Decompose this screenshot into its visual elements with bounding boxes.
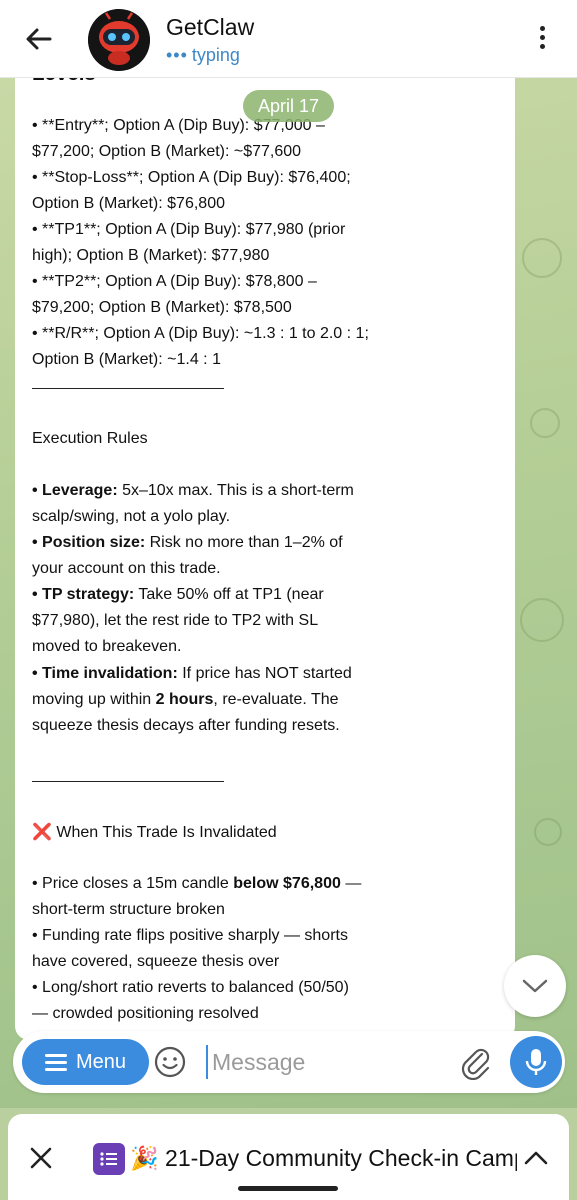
scroll-down-button[interactable] — [504, 955, 566, 1017]
pinned-message-label: 21-Day Community Check-in Campaign — [165, 1145, 517, 1171]
chevron-down-icon — [522, 979, 548, 993]
invalid-line: • Long/short ratio reverts to balanced (… — [32, 979, 349, 996]
chat-title[interactable]: GetClaw — [166, 14, 254, 41]
rule-time-cont: moving up within 2 hours, re-evaluate. T… — [32, 691, 339, 708]
back-arrow-icon[interactable] — [22, 22, 56, 56]
paperclip-icon[interactable] — [458, 1044, 492, 1080]
levels-line: • **Stop-Loss**; Option A (Dip Buy): $76… — [32, 169, 351, 186]
chevron-up-icon[interactable] — [522, 1145, 550, 1171]
rule-tp: • TP strategy: Take 50% off at TP1 (near — [32, 586, 324, 603]
section-heading-invalidated: ❌ When This Trade Is Invalidated — [32, 824, 277, 841]
levels-line: Option B (Market): $76,800 — [32, 195, 225, 212]
bot-avatar[interactable] — [88, 9, 150, 71]
rule-position-cont: your account on this trade. — [32, 560, 221, 577]
levels-line: • **TP1**; Option A (Dip Buy): $77,980 (… — [32, 221, 346, 238]
hamburger-icon — [44, 1050, 67, 1075]
levels-line: $79,200; Option B (Market): $78,500 — [32, 299, 292, 316]
chat-header: GetClaw ••• typing — [0, 0, 577, 78]
microphone-button[interactable] — [510, 1036, 562, 1088]
rule-tp-cont: moved to breakeven. — [32, 638, 182, 655]
invalid-line: — crowded positioning resolved — [32, 1005, 259, 1022]
rule-leverage: • Leverage: 5x–10x max. This is a short-… — [32, 482, 354, 499]
message-bubble: Levels • **Entry**; Option A (Dip Buy): … — [15, 60, 515, 1040]
levels-line: $77,200; Option B (Market): ~$77,600 — [32, 143, 302, 160]
invalid-line: have covered, squeeze thesis over — [32, 953, 280, 970]
section-heading-execution: Execution Rules — [32, 430, 148, 447]
cross-mark-icon: ❌ — [32, 824, 52, 841]
typing-status: ••• typing — [166, 45, 240, 66]
robot-mascot-icon — [88, 9, 150, 71]
emoji-icon[interactable] — [153, 1045, 187, 1079]
rule-time: • Time invalidation: If price has NOT st… — [32, 665, 352, 682]
rule-time-cont: squeeze thesis decays after funding rese… — [32, 717, 340, 734]
rule-position: • Position size: Risk no more than 1–2% … — [32, 534, 343, 551]
menu-button[interactable]: Menu — [22, 1039, 149, 1085]
levels-line: high); Option B (Market): $77,980 — [32, 247, 270, 264]
typing-dots-icon: ••• — [166, 45, 188, 65]
home-indicator — [238, 1186, 338, 1191]
message-composer: Menu — [13, 1031, 565, 1093]
invalid-line: • Funding rate flips positive sharply — … — [32, 927, 348, 944]
levels-line: • **TP2**; Option A (Dip Buy): $78,800 – — [32, 273, 317, 290]
invalid-line: short-term structure broken — [32, 901, 225, 918]
divider-line — [32, 388, 224, 389]
levels-line: • **R/R**; Option A (Dip Buy): ~1.3 : 1 … — [32, 325, 369, 342]
menu-button-label: Menu — [75, 1050, 127, 1073]
rule-leverage-cont: scalp/swing, not a yolo play. — [32, 508, 231, 525]
pinned-message-text: 🎉 21-Day Community Check-in Campaign — [130, 1145, 517, 1172]
invalid-line: • Price closes a 15m candle below $76,80… — [32, 875, 362, 892]
more-options-icon[interactable] — [532, 26, 552, 54]
close-icon[interactable] — [28, 1145, 54, 1171]
rule-tp-cont: $77,980), let the rest ride to TP2 with … — [32, 612, 319, 629]
levels-line: Option B (Market): ~1.4 : 1 — [32, 351, 221, 368]
list-icon — [93, 1143, 125, 1175]
microphone-icon — [525, 1049, 547, 1075]
divider-line — [32, 781, 224, 782]
message-input[interactable] — [206, 1045, 456, 1079]
typing-status-label: typing — [191, 45, 240, 65]
date-badge: April 17 — [243, 90, 334, 122]
party-popper-icon: 🎉 — [130, 1145, 159, 1171]
